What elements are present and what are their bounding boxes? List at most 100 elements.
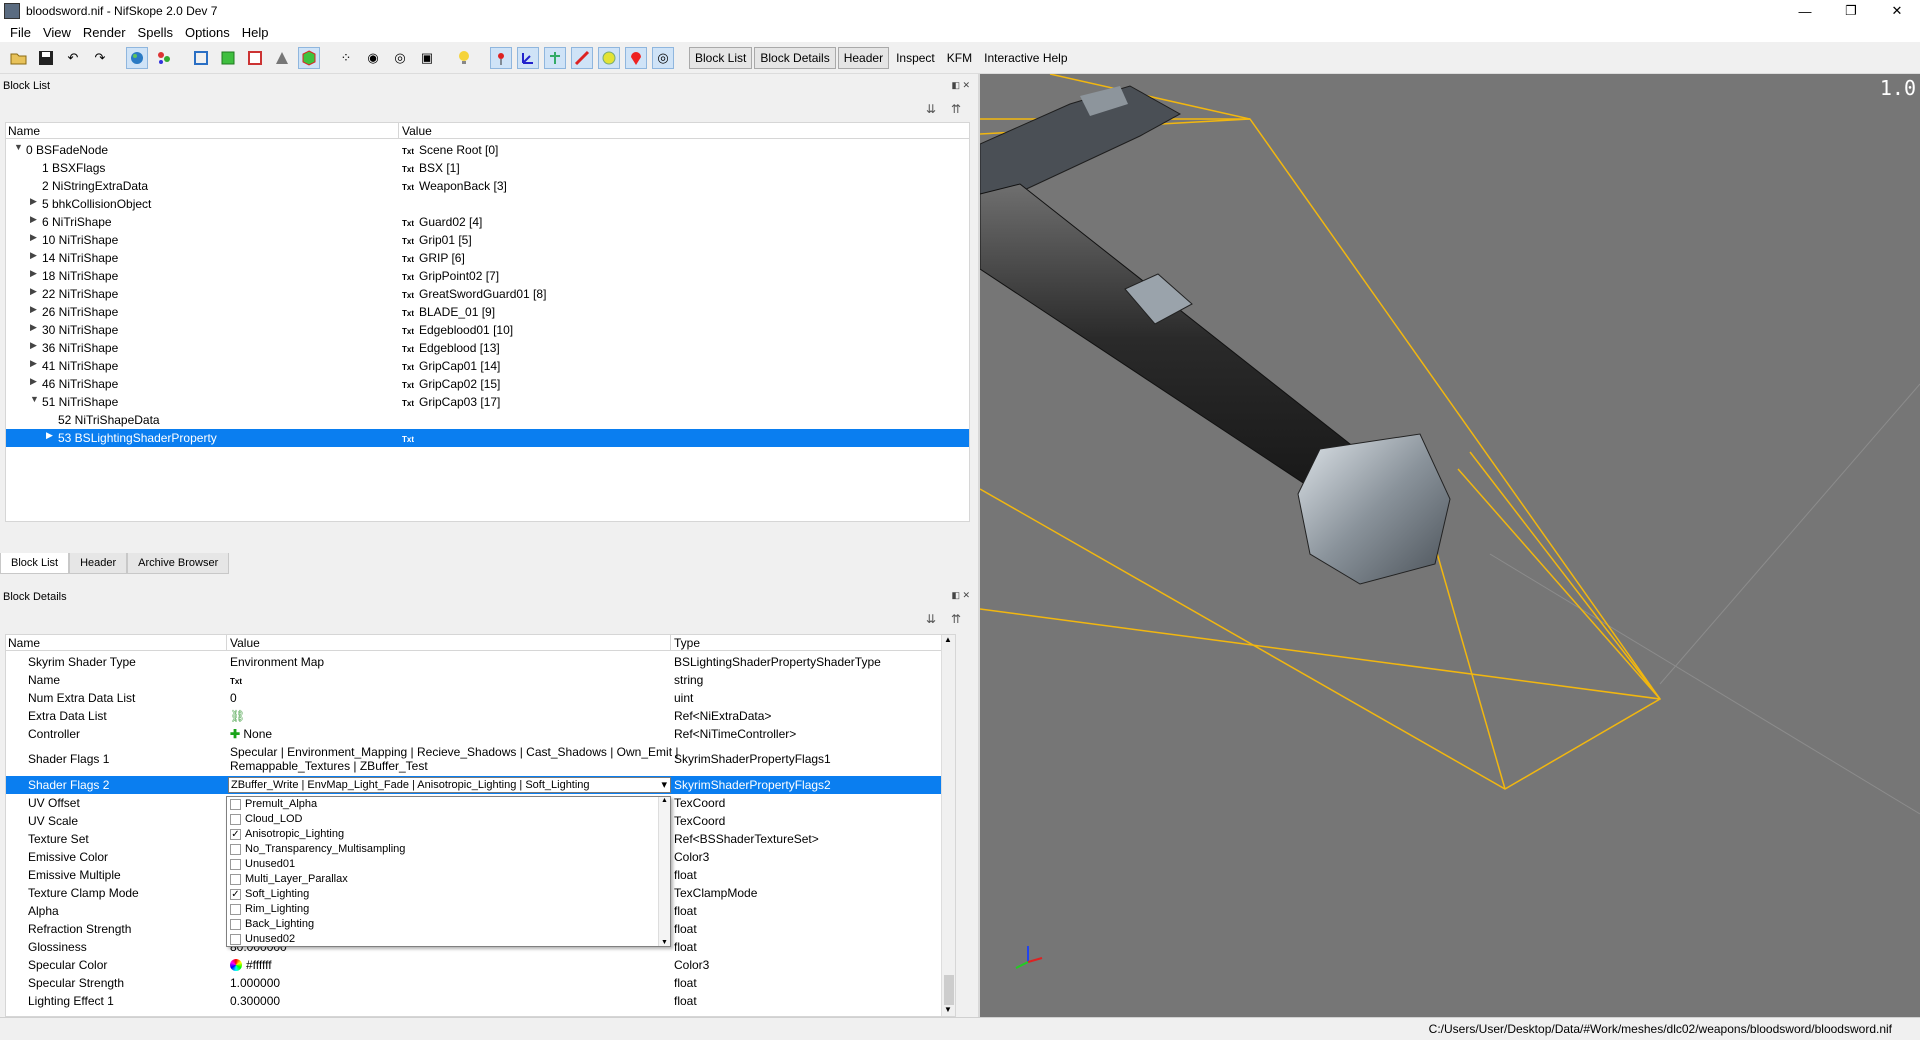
field-value[interactable]: 1.000000 (230, 976, 280, 990)
block-row[interactable]: ▼ 51 NiTriShape Txt GripCap03 [17] (6, 393, 969, 411)
detail-row[interactable]: Extra Data List ⛓ Ref<NiExtraData> (6, 707, 941, 725)
dock-float-close-icon[interactable]: ◧ ✕ (951, 80, 970, 91)
toolbar-interactive-help[interactable]: Interactive Help (979, 47, 1072, 69)
axes-icon[interactable] (517, 46, 539, 69)
block-row[interactable]: 52 NiTriShapeData (6, 411, 969, 429)
toolbar-block-details-button[interactable]: Block Details (754, 46, 836, 69)
eye-outline-icon[interactable]: ◎ (389, 47, 411, 69)
column-name[interactable]: Name (8, 124, 40, 138)
expand-arrow-icon[interactable]: ▶ (30, 232, 37, 243)
field-value[interactable]: 0.300000 (230, 994, 280, 1008)
expand-arrow-icon[interactable]: ▶ (30, 268, 37, 279)
color-wheel-icon[interactable] (230, 959, 242, 971)
skeleton-icon[interactable] (544, 46, 566, 69)
detail-row[interactable]: Shader Flags 1 Specular | Environment_Map… (6, 743, 941, 776)
eye-icon[interactable]: ◉ (362, 47, 384, 69)
menu-render[interactable]: Render (77, 25, 132, 40)
column-type[interactable]: Type (674, 636, 700, 650)
menu-file[interactable]: File (4, 25, 37, 40)
flag-checkbox[interactable] (230, 814, 241, 825)
flag-checkbox[interactable]: ✓ (230, 889, 241, 900)
block-row[interactable]: ▶ 18 NiTriShape Txt GripPoint02 [7] (6, 267, 969, 285)
block-row[interactable]: ▶ 6 NiTriShape Txt Guard02 [4] (6, 213, 969, 231)
block-row[interactable]: ▶ 14 NiTriShape Txt GRIP [6] (6, 249, 969, 267)
render-viewport[interactable]: 1.0 (980, 74, 1920, 1017)
scroll-down-icon[interactable]: ▼ (944, 1005, 952, 1014)
collapse-arrow-icon[interactable]: ▼ (14, 142, 23, 152)
scroll-thumb[interactable] (944, 975, 954, 1005)
dropdown-scroll-down-icon[interactable]: ▼ (661, 939, 668, 946)
detail-row[interactable]: Shader Flags 2 ZBuffer_Write | EnvMap_Lig… (6, 776, 941, 794)
detail-row[interactable]: Specular Color #ffffff Color3 (6, 956, 941, 974)
flag-option[interactable]: No_Transparency_Multisampling (227, 842, 670, 857)
flag-option[interactable]: Back_Lighting (227, 917, 670, 932)
flag-checkbox[interactable] (230, 859, 241, 870)
menu-options[interactable]: Options (179, 25, 236, 40)
close-button[interactable]: ✕ (1874, 0, 1920, 22)
flag-checkbox[interactable] (230, 844, 241, 855)
shader-flags-dropdown[interactable]: Premult_Alpha Cloud_LOD ✓ Anisotropic_Light… (226, 796, 671, 947)
expand-all-icon[interactable]: ⇈ (951, 102, 961, 116)
tab-block-list[interactable]: Block List (0, 553, 70, 574)
flag-option[interactable]: Unused01 (227, 857, 670, 872)
flag-checkbox[interactable] (230, 799, 241, 810)
field-value[interactable]: ZBuffer_Write | EnvMap_Light_Fade | Anis… (228, 777, 671, 793)
flag-checkbox[interactable] (230, 904, 241, 915)
flag-checkbox[interactable] (230, 919, 241, 930)
flag-option[interactable]: Unused02 (227, 932, 670, 946)
visibility-icon[interactable]: ◎ (652, 46, 674, 69)
field-value[interactable]: Txt (230, 673, 247, 687)
expand-arrow-icon[interactable]: ▶ (30, 196, 37, 207)
expand-arrow-icon[interactable]: ▶ (30, 214, 37, 225)
block-row[interactable]: ▼ 0 BSFadeNode Txt Scene Root [0] (6, 141, 969, 159)
expand-arrow-icon[interactable]: ▶ (46, 430, 53, 441)
field-value[interactable]: Environment Map (230, 655, 324, 669)
block-row[interactable]: ▶ 36 NiTriShape Txt Edgeblood [13] (6, 339, 969, 357)
toolbar-header-button[interactable]: Header (837, 46, 890, 69)
block-row[interactable]: ▶ 22 NiTriShape Txt GreatSwordGuard01 [8] (6, 285, 969, 303)
cube-icon[interactable] (298, 46, 320, 69)
tab-archive-browser[interactable]: Archive Browser (127, 553, 230, 574)
maximize-button[interactable]: ❐ (1828, 0, 1874, 22)
tab-header[interactable]: Header (69, 553, 128, 574)
column-value[interactable]: Value (402, 124, 432, 138)
expand-arrow-icon[interactable]: ▶ (30, 376, 37, 387)
block-row[interactable]: ▶ 26 NiTriShape Txt BLADE_01 [9] (6, 303, 969, 321)
dropdown-scroll-up-icon[interactable]: ▲ (661, 797, 668, 804)
field-value[interactable]: ⛓ (230, 709, 245, 723)
link-icon[interactable]: ⛓ (230, 709, 245, 723)
marker-icon[interactable] (625, 46, 647, 69)
flag-option[interactable]: ✓ Anisotropic_Lighting (227, 827, 670, 842)
dropdown-arrow-icon[interactable]: ▾ (661, 778, 667, 791)
field-value[interactable]: ✚ None (230, 727, 272, 741)
expand-arrow-icon[interactable]: ▶ (30, 250, 37, 261)
block-row[interactable]: ▶ 41 NiTriShape Txt GripCap01 [14] (6, 357, 969, 375)
light-bulb-icon[interactable] (453, 47, 475, 69)
undo-icon[interactable]: ↶ (62, 47, 84, 69)
expand-arrow-icon[interactable]: ▶ (30, 286, 37, 297)
expand-arrow-icon[interactable]: ▶ (30, 340, 37, 351)
redo-icon[interactable]: ↷ (89, 47, 111, 69)
toolbar-inspect[interactable]: Inspect (891, 47, 940, 69)
block-row[interactable]: 1 BSXFlags Txt BSX [1] (6, 159, 969, 177)
detail-row[interactable]: Specular Strength 1.000000 float (6, 974, 941, 992)
flag-option[interactable]: Premult_Alpha (227, 797, 670, 812)
details-scrollbar[interactable]: ▲ ▼ (941, 635, 955, 1016)
collapse-all-icon[interactable]: ⇊ (926, 102, 936, 116)
save-icon[interactable] (35, 47, 57, 69)
box-solid-icon[interactable] (217, 47, 239, 69)
menu-view[interactable]: View (37, 25, 77, 40)
toolbar-block-list-button[interactable]: Block List (689, 46, 753, 69)
column-name-2[interactable]: Name (8, 636, 40, 650)
flag-option[interactable]: Rim_Lighting (227, 902, 670, 917)
block-row[interactable]: ▶ 30 NiTriShape Txt Edgeblood01 [10] (6, 321, 969, 339)
constraints-icon[interactable] (571, 46, 593, 69)
dropdown-scrollbar[interactable]: ▲ ▼ (658, 797, 670, 946)
expand-arrow-icon[interactable]: ▶ (30, 358, 37, 369)
collapse-arrow-icon[interactable]: ▼ (30, 394, 39, 404)
scroll-up-icon[interactable]: ▲ (944, 635, 952, 644)
field-value[interactable]: #ffffff (230, 958, 272, 972)
select-node-icon[interactable] (490, 46, 512, 69)
block-row[interactable]: ▶ 5 bhkCollisionObject (6, 195, 969, 213)
camera-icon[interactable]: ▣ (416, 47, 438, 69)
